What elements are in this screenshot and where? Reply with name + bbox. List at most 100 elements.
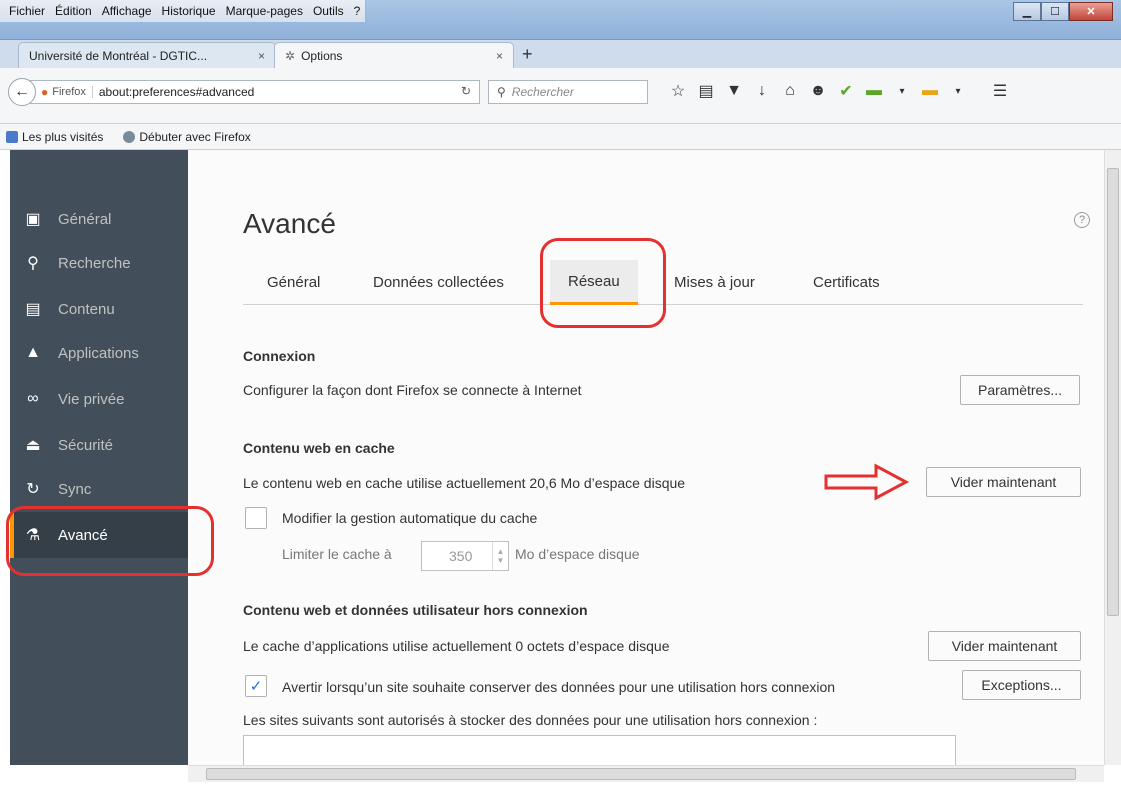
- extension-icon[interactable]: ▬: [860, 82, 888, 100]
- firefox-icon: ●: [41, 85, 49, 99]
- offline-warn-label: Avertir lorsqu’un site souhaite conserve…: [282, 679, 836, 695]
- reload-icon[interactable]: ↻: [461, 84, 471, 98]
- checkmark-icon[interactable]: ✔: [832, 81, 860, 101]
- sidebar-item-vie-privee[interactable]: ∞ Vie privée: [10, 376, 188, 422]
- override-cache-checkbox[interactable]: [245, 507, 267, 529]
- vertical-scrollbar[interactable]: [1104, 150, 1121, 765]
- sidebar-item-label: Applications: [58, 344, 139, 362]
- sidebar-item-label: Recherche: [58, 254, 131, 272]
- sidebar-item-contenu[interactable]: ▤ Contenu: [10, 286, 188, 332]
- minimize-icon[interactable]: ▁: [1013, 2, 1041, 21]
- help-icon[interactable]: ?: [1074, 212, 1090, 228]
- globe-icon: [123, 131, 136, 144]
- reading-list-icon[interactable]: ▤: [692, 81, 720, 101]
- bookmarks-bar: Les plus visités Débuter avec Firefox: [0, 124, 1121, 150]
- connection-heading: Connexion: [243, 348, 316, 364]
- bookmark-folder-icon: [6, 131, 18, 144]
- menu-edition[interactable]: Édition: [50, 4, 97, 18]
- general-icon: ▣: [25, 211, 41, 228]
- maximize-icon[interactable]: ☐: [1041, 2, 1069, 21]
- dropdown-icon[interactable]: ▾: [888, 86, 916, 97]
- back-button[interactable]: ←: [8, 78, 36, 106]
- search-icon: ⚲: [27, 255, 39, 272]
- menu-fichier[interactable]: Fichier: [4, 4, 50, 18]
- bookmark-label: Débuter avec Firefox: [139, 129, 251, 144]
- applications-icon: ▲: [25, 344, 41, 361]
- window-controls: ▁ ☐ ✕: [1013, 2, 1113, 21]
- preferences-sidebar: ▣ Général ⚲ Recherche ▤ Contenu ▲ Applic…: [10, 150, 188, 765]
- bookmark-most-visited[interactable]: Les plus visités: [6, 130, 113, 144]
- limit-cache-label: Limiter le cache à: [282, 546, 392, 562]
- connection-settings-button[interactable]: Paramètres...: [960, 375, 1080, 405]
- bookmark-label: Les plus visités: [22, 129, 104, 144]
- downloads-icon[interactable]: ↓: [748, 82, 776, 100]
- search-input[interactable]: ⚲ Rechercher: [488, 80, 648, 104]
- exceptions-button[interactable]: Exceptions...: [962, 670, 1081, 700]
- allowed-sites-text: Les sites suivants sont autorisés à stoc…: [243, 712, 818, 728]
- tab-strip: Université de Montréal - DGTIC... × ✲ Op…: [0, 40, 1121, 68]
- scroll-thumb[interactable]: [206, 768, 1076, 780]
- tab-donnees-collectees[interactable]: Données collectées: [373, 260, 504, 305]
- privacy-icon: ∞: [27, 390, 39, 407]
- menu-marque-pages[interactable]: Marque-pages: [221, 4, 308, 18]
- bookmark-star-icon[interactable]: ☆: [664, 81, 692, 101]
- tab-close-icon[interactable]: ×: [496, 49, 503, 63]
- scroll-thumb[interactable]: [1107, 168, 1119, 616]
- annotation-avance-item: [6, 506, 214, 576]
- sidebar-item-label: Sync: [58, 480, 92, 498]
- tab-universite[interactable]: Université de Montréal - DGTIC... ×: [18, 42, 276, 68]
- url-bar[interactable]: ● Firefox about:preferences#advanced ↻: [30, 80, 480, 104]
- override-cache-label: Modifier la gestion automatique du cache: [282, 510, 538, 526]
- connection-text: Configurer la façon dont Firefox se conn…: [243, 382, 582, 398]
- clear-offline-button[interactable]: Vider maintenant: [928, 631, 1081, 661]
- tab-close-icon[interactable]: ×: [258, 49, 265, 63]
- cache-size-value: 350: [449, 548, 473, 564]
- bookmark-getting-started[interactable]: Débuter avec Firefox: [123, 130, 260, 144]
- dropdown-icon-2[interactable]: ▾: [944, 86, 972, 97]
- sync-icon: ↻: [26, 481, 40, 498]
- menu-affichage[interactable]: Affichage: [97, 4, 157, 18]
- cache-heading: Contenu web en cache: [243, 440, 395, 456]
- navigation-bar: ● Firefox about:preferences#advanced ↻ ←…: [0, 68, 1121, 124]
- gear-icon: ✲: [285, 48, 296, 63]
- offline-text: Le cache d’applications utilise actuelle…: [243, 638, 670, 654]
- tab-mises-a-jour[interactable]: Mises à jour: [674, 260, 755, 305]
- offline-warn-checkbox[interactable]: ✓: [245, 675, 267, 697]
- content-icon: ▤: [25, 301, 41, 318]
- menu-aide[interactable]: ?: [349, 4, 366, 18]
- sidebar-item-securite[interactable]: ⏏ Sécurité: [10, 422, 188, 468]
- sidebar-item-label: Sécurité: [58, 436, 114, 454]
- toolbar-icons: ☆ ▤ ▼ ↓ ⌂ ☻ ✔ ▬ ▾ ▬ ▾ ☰: [664, 81, 1014, 101]
- identity-label: Firefox: [52, 86, 93, 98]
- menu-historique[interactable]: Historique: [157, 4, 221, 18]
- tab-label: Options: [301, 48, 343, 63]
- clear-cache-button[interactable]: Vider maintenant: [926, 467, 1081, 497]
- check-icon: ✓: [249, 678, 263, 695]
- sidebar-item-general[interactable]: ▣ Général: [10, 196, 188, 242]
- offline-heading: Contenu web et données utilisateur hors …: [243, 602, 588, 618]
- sidebar-item-label: Contenu: [58, 300, 115, 318]
- home-icon[interactable]: ⌂: [776, 82, 804, 100]
- sidebar-item-recherche[interactable]: ⚲ Recherche: [10, 240, 188, 286]
- menu-icon[interactable]: ☰: [986, 81, 1014, 101]
- annotation-reseau-tab: [540, 238, 666, 328]
- red-arrow-annotation: [824, 463, 910, 501]
- cache-size-unit: Mo d’espace disque: [515, 546, 640, 562]
- extension-orange-icon[interactable]: ▬: [916, 82, 944, 100]
- close-icon[interactable]: ✕: [1069, 2, 1113, 21]
- sidebar-item-applications[interactable]: ▲ Applications: [10, 330, 188, 376]
- sidebar-item-label: Vie privée: [58, 390, 125, 408]
- tab-general[interactable]: Général: [267, 260, 320, 305]
- horizontal-scrollbar[interactable]: [188, 765, 1104, 782]
- menu-outils[interactable]: Outils: [308, 4, 349, 18]
- pocket-icon[interactable]: ▼: [720, 82, 748, 100]
- cache-size-input[interactable]: 350 ▲ ▼: [421, 541, 509, 571]
- tab-certificats[interactable]: Certificats: [813, 260, 880, 305]
- spinner-icon[interactable]: ▲ ▼: [492, 542, 508, 570]
- cache-text: Le contenu web en cache utilise actuelle…: [243, 475, 686, 491]
- new-tab-button[interactable]: +: [522, 44, 533, 65]
- chat-icon[interactable]: ☻: [804, 82, 832, 100]
- tab-options[interactable]: ✲ Options ×: [274, 42, 514, 68]
- security-icon: ⏏: [25, 437, 41, 454]
- search-icon: ⚲: [497, 85, 506, 99]
